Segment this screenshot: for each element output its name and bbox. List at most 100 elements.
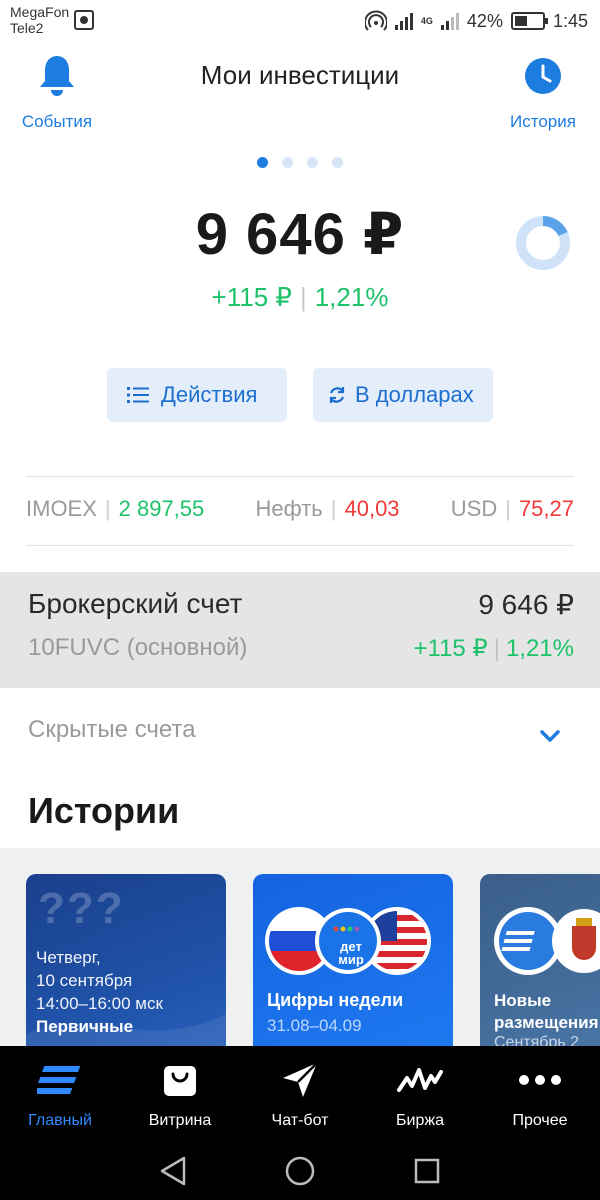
ticker-value: 75,27 — [518, 496, 574, 521]
currency-toggle-label: В долларах — [355, 382, 474, 407]
battery-percent: 42% — [466, 10, 503, 31]
currency-toggle-button[interactable]: В долларах — [313, 368, 493, 422]
history-button[interactable]: История — [502, 48, 584, 132]
story-title-line: Новые — [494, 991, 552, 1010]
ticker-value: 2 897,55 — [118, 496, 205, 521]
list-icon — [127, 387, 149, 403]
home-button[interactable] — [280, 1151, 320, 1191]
ticker-imoex[interactable]: IMOEX | 2 897,55 — [26, 496, 204, 522]
app-header: События Мои инвестиции История — [0, 42, 600, 142]
hidden-accounts-toggle[interactable]: Скрытые счета — [0, 700, 600, 780]
back-triangle-icon — [161, 1156, 186, 1186]
network-type: 4G — [420, 15, 433, 26]
action-buttons: Действия В долларах — [0, 368, 600, 422]
recents-button[interactable] — [407, 1151, 447, 1191]
stories-carousel: ??? Четверг, 10 сентября 14:00–16:00 мск… — [0, 848, 600, 1048]
account-id: 10FUVC (основной) — [28, 634, 248, 661]
carrier-2: Tele2 — [10, 20, 44, 36]
ticker-name: Нефть — [255, 496, 323, 521]
back-button[interactable] — [153, 1151, 193, 1191]
account-name: Брокерский счет — [28, 588, 243, 619]
tab-showcase[interactable]: Витрина — [120, 1046, 240, 1142]
bottom-tab-bar: Главный Витрина Чат-бот Биржа Прочее — [0, 1046, 600, 1200]
status-icons: 4G 42% 1:45 — [364, 8, 588, 34]
tab-label: Биржа — [396, 1112, 444, 1129]
tab-label: Главный — [28, 1112, 92, 1129]
status-bar: MegaFon Tele2 4G 42% 1:45 — [0, 0, 600, 42]
history-label: История — [510, 112, 576, 131]
account-total: 9 646 ₽ — [478, 589, 574, 620]
account-change: +115 ₽ | 1,21% — [413, 634, 574, 663]
story-card[interactable]: Новые размещения Сентябрь 2 — [480, 874, 600, 1048]
story-title-line: размещения — [494, 1013, 599, 1032]
ticker-separator: | — [330, 496, 337, 521]
home-circle-icon — [285, 1156, 315, 1186]
story-date: 31.08–04.09 — [267, 1016, 362, 1035]
story-logo-text: дет мир — [338, 939, 364, 967]
pager-dot[interactable] — [282, 157, 293, 168]
account-change-absolute: +115 ₽ — [413, 635, 488, 662]
brokerage-account-row[interactable]: Брокерский счет 9 646 ₽ 10FUVC (основной… — [0, 572, 600, 688]
tab-label: Прочее — [512, 1112, 568, 1129]
signal-icon — [394, 12, 413, 30]
pager-dots — [0, 157, 600, 168]
story-title: Новые размещения — [494, 990, 600, 1034]
shopping-bag-icon — [162, 1060, 198, 1100]
divider — [26, 476, 574, 477]
battery-icon — [510, 12, 548, 30]
tab-list: Главный Витрина Чат-бот Биржа Прочее — [0, 1046, 600, 1142]
portfolio-balance: 9 646 ₽ — [195, 202, 405, 267]
more-dots-icon — [518, 1060, 562, 1100]
story-line: 14:00–16:00 мск — [36, 994, 163, 1013]
story-decoration: ??? — [38, 884, 125, 933]
ticker-name: USD — [450, 496, 498, 521]
ticker-usd[interactable]: USD | 75,27 — [451, 496, 574, 522]
story-line: 10 сентября — [36, 971, 133, 990]
story-card[interactable]: дет мир Цифры недели 31.08–04.09 — [253, 874, 453, 1048]
ticker-separator: | — [505, 496, 511, 521]
change-absolute: +115 ₽ — [211, 282, 292, 312]
chevron-down-icon — [540, 730, 560, 742]
refresh-icon — [329, 387, 345, 403]
tab-exchange[interactable]: Биржа — [360, 1046, 480, 1142]
story-line: Четверг, — [36, 948, 101, 967]
ticker-oil[interactable]: Нефть | 40,03 — [255, 496, 399, 522]
pager-dot[interactable] — [332, 157, 343, 168]
signal-icon-2 — [440, 12, 459, 30]
stories-title: Истории — [28, 790, 180, 831]
pager-dot[interactable] — [257, 157, 268, 168]
actions-label: Действия — [161, 382, 258, 407]
change-percent: 1,21% — [314, 282, 389, 312]
paper-plane-icon — [281, 1060, 319, 1100]
tab-label: Витрина — [148, 1112, 212, 1129]
change-separator: | — [299, 282, 307, 312]
system-nav-bar — [0, 1142, 600, 1200]
tab-home[interactable]: Главный — [0, 1046, 120, 1142]
divider — [26, 545, 574, 546]
clock-icon — [525, 58, 561, 94]
portfolio-change: +115 ₽ | 1,21% — [0, 282, 600, 313]
market-tickers: IMOEX | 2 897,55 Нефть | 40,03 USD | 75,… — [26, 496, 574, 522]
account-change-separator: | — [493, 635, 500, 662]
hotspot-icon — [364, 10, 387, 31]
tab-label: Чат-бот — [271, 1112, 329, 1129]
recents-square-icon — [414, 1158, 439, 1184]
screen-record-icon — [74, 10, 94, 30]
actions-button[interactable]: Действия — [107, 368, 287, 422]
story-text: Четверг, 10 сентября 14:00–16:00 мск Пер… — [36, 946, 163, 1048]
portfolio-donut-chart[interactable] — [514, 214, 572, 272]
events-label: События — [21, 112, 93, 131]
story-logos — [494, 907, 600, 975]
pager-dot[interactable] — [307, 157, 318, 168]
carrier-names: MegaFon Tele2 — [10, 4, 69, 36]
tab-more[interactable]: Прочее — [480, 1046, 600, 1142]
ticker-value: 40,03 — [344, 496, 400, 521]
ticker-separator: | — [104, 496, 111, 521]
home-stripes-icon — [37, 1060, 83, 1100]
clock-time: 1:45 — [552, 10, 588, 31]
account-change-percent: 1,21% — [505, 635, 574, 662]
story-card[interactable]: ??? Четверг, 10 сентября 14:00–16:00 мск… — [26, 874, 226, 1048]
hidden-accounts-label: Скрытые счета — [28, 716, 196, 743]
chart-line-icon — [397, 1060, 443, 1100]
tab-chatbot[interactable]: Чат-бот — [240, 1046, 360, 1142]
